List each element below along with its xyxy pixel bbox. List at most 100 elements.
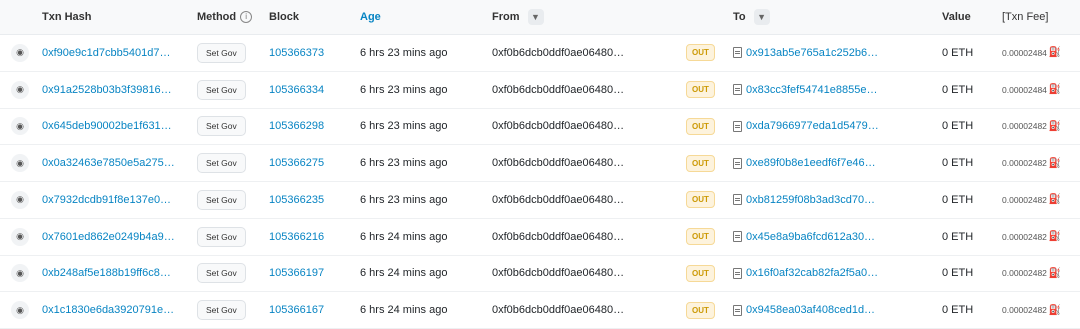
from-address: 0xf0b6dcb0ddf0ae06480… <box>492 267 625 280</box>
column-header-value: Value <box>942 11 971 23</box>
block-cell: 105366235 <box>269 182 349 218</box>
from-address: 0xf0b6dcb0ddf0ae06480… <box>492 120 625 133</box>
eye-icon[interactable]: ◉ <box>11 227 29 246</box>
txn-hash-link[interactable]: 0x1c1830e6da3920791e… <box>42 304 174 316</box>
method-badge: Set Gov <box>197 116 246 137</box>
gas-pump-icon[interactable]: ⛽ <box>1049 84 1061 95</box>
to-cell: 0xb81259f08b3ad3cd70… <box>733 182 923 218</box>
txn-fee-value: 0.00002482 <box>1002 121 1047 132</box>
txn-hash-cell: 0x7932dcdb91f8e137e0… <box>42 182 192 218</box>
to-address-link[interactable]: 0xe89f0b8e1eedf6f7e46… <box>746 157 876 169</box>
txn-fee-cell: 0.00002482 ⛽ <box>1002 219 1080 255</box>
txn-hash-cell: 0x645deb90002be1f631… <box>42 109 192 145</box>
txn-hash-link[interactable]: 0x0a32463e7850e5a275… <box>42 157 175 169</box>
contract-document-icon <box>733 267 742 279</box>
txn-fee-cell: 0.00002482 ⛽ <box>1002 145 1080 181</box>
method-cell: Set Gov <box>197 35 257 71</box>
age-cell: 6 hrs 23 mins ago <box>360 120 448 133</box>
row-preview[interactable]: ◉ <box>10 145 30 181</box>
to-address-link[interactable]: 0x83cc3fef54741e8855e… <box>746 84 878 96</box>
block-link[interactable]: 105366197 <box>269 267 324 279</box>
eye-icon[interactable]: ◉ <box>11 154 29 173</box>
txn-hash-cell: 0xf90e9c1d7cbb5401d7… <box>42 35 192 71</box>
gas-pump-icon[interactable]: ⛽ <box>1049 231 1061 242</box>
row-preview[interactable]: ◉ <box>10 35 30 71</box>
txn-fee-cell: 0.00002484 ⛽ <box>1002 35 1080 71</box>
gas-pump-icon[interactable]: ⛽ <box>1049 121 1061 132</box>
row-preview[interactable]: ◉ <box>10 182 30 218</box>
eye-icon[interactable]: ◉ <box>11 190 29 209</box>
direction-cell: OUT <box>686 109 720 145</box>
to-address-link[interactable]: 0x913ab5e765a1c252b6… <box>746 47 878 59</box>
info-icon[interactable]: i <box>240 11 253 23</box>
row-preview[interactable]: ◉ <box>10 292 30 328</box>
method-cell: Set Gov <box>197 145 257 181</box>
txn-hash-link[interactable]: 0xb248af5e188b19ff6c8… <box>42 267 171 279</box>
gas-pump-icon[interactable]: ⛽ <box>1049 194 1061 205</box>
eye-icon[interactable]: ◉ <box>11 43 29 62</box>
contract-document-icon <box>733 231 742 243</box>
column-header-txn-fee[interactable]: [Txn Fee] <box>1002 0 1080 34</box>
gas-pump-icon[interactable]: ⛽ <box>1049 47 1061 58</box>
table-row: ◉ 0xf90e9c1d7cbb5401d7… Set Gov 10536637… <box>0 35 1080 72</box>
txn-fee-cell: 0.00002482 ⛽ <box>1002 292 1080 328</box>
to-address-link[interactable]: 0x16f0af32cab82fa2f5a0… <box>746 267 878 279</box>
block-link[interactable]: 105366235 <box>269 194 324 206</box>
gas-pump-icon[interactable]: ⛽ <box>1049 305 1061 316</box>
eye-icon[interactable]: ◉ <box>11 80 29 99</box>
row-preview[interactable]: ◉ <box>10 256 30 292</box>
method-badge: Set Gov <box>197 300 246 321</box>
row-preview[interactable]: ◉ <box>10 219 30 255</box>
value-cell: 0 ETH <box>942 230 974 243</box>
to-cell: 0x9458ea03af408ced1d… <box>733 292 923 328</box>
to-address-link[interactable]: 0x9458ea03af408ced1d… <box>746 304 875 316</box>
method-cell: Set Gov <box>197 72 257 108</box>
table-row: ◉ 0x1c1830e6da3920791e… Set Gov 10536616… <box>0 292 1080 329</box>
block-link[interactable]: 105366167 <box>269 304 324 316</box>
method-badge: Set Gov <box>197 79 246 100</box>
filter-icon[interactable]: ▼ <box>527 9 544 25</box>
from-address: 0xf0b6dcb0ddf0ae06480… <box>492 193 625 206</box>
contract-document-icon <box>733 304 742 316</box>
table-row: ◉ 0x0a32463e7850e5a275… Set Gov 10536627… <box>0 145 1080 182</box>
age-cell: 6 hrs 23 mins ago <box>360 193 448 206</box>
block-cell: 105366216 <box>269 219 349 255</box>
block-link[interactable]: 105366373 <box>269 47 324 59</box>
to-cell: 0xda7966977eda1d5479… <box>733 109 923 145</box>
block-link[interactable]: 105366275 <box>269 157 324 169</box>
row-preview[interactable]: ◉ <box>10 72 30 108</box>
row-preview[interactable]: ◉ <box>10 109 30 145</box>
txn-fee-cell: 0.00002484 ⛽ <box>1002 72 1080 108</box>
to-address-link[interactable]: 0x45e8a9ba6fcd612a30… <box>746 231 875 243</box>
txn-hash-link[interactable]: 0xf90e9c1d7cbb5401d7… <box>42 47 170 59</box>
contract-document-icon <box>733 157 742 169</box>
eye-icon[interactable]: ◉ <box>11 301 29 320</box>
age-cell: 6 hrs 24 mins ago <box>360 230 448 243</box>
transactions-table-body: ◉ 0xf90e9c1d7cbb5401d7… Set Gov 10536637… <box>0 35 1080 329</box>
eye-icon[interactable]: ◉ <box>11 264 29 283</box>
block-link[interactable]: 105366298 <box>269 120 324 132</box>
txn-fee-cell: 0.00002482 ⛽ <box>1002 256 1080 292</box>
txn-hash-link[interactable]: 0x91a2528b03b3f39816… <box>42 84 172 96</box>
gas-pump-icon[interactable]: ⛽ <box>1049 158 1061 169</box>
contract-document-icon <box>733 47 742 59</box>
column-header-age[interactable]: Age <box>360 0 480 34</box>
value-cell: 0 ETH <box>942 83 974 96</box>
filter-icon[interactable]: ▼ <box>753 9 770 25</box>
txn-hash-link[interactable]: 0x7932dcdb91f8e137e0… <box>42 194 171 206</box>
table-row: ◉ 0x7601ed862e0249b4a9… Set Gov 10536621… <box>0 219 1080 256</box>
column-header-from: From ▼ <box>492 0 667 34</box>
txn-hash-link[interactable]: 0x7601ed862e0249b4a9… <box>42 231 175 243</box>
to-address-link[interactable]: 0xb81259f08b3ad3cd70… <box>746 194 875 206</box>
block-link[interactable]: 105366216 <box>269 231 324 243</box>
table-row: ◉ 0x7932dcdb91f8e137e0… Set Gov 10536623… <box>0 182 1080 219</box>
block-link[interactable]: 105366334 <box>269 84 324 96</box>
method-cell: Set Gov <box>197 109 257 145</box>
txn-hash-link[interactable]: 0x645deb90002be1f631… <box>42 120 172 132</box>
to-address-link[interactable]: 0xda7966977eda1d5479… <box>746 120 879 132</box>
eye-icon[interactable]: ◉ <box>11 117 29 136</box>
gas-pump-icon[interactable]: ⛽ <box>1049 268 1061 279</box>
age-cell: 6 hrs 24 mins ago <box>360 304 448 317</box>
txn-fee-value: 0.00002484 <box>1002 84 1047 95</box>
table-row: ◉ 0xb248af5e188b19ff6c8… Set Gov 1053661… <box>0 256 1080 293</box>
